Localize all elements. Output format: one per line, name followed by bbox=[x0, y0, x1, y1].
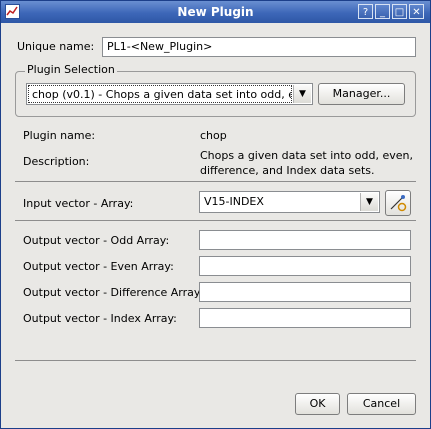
plugin-name-label: Plugin name: bbox=[23, 129, 96, 142]
divider bbox=[15, 220, 416, 221]
title-bar[interactable]: New Plugin ? _ □ ✕ bbox=[1, 1, 430, 23]
description-line-2: difference, and Index data sets. bbox=[200, 164, 375, 177]
vector-select-icon bbox=[390, 195, 407, 212]
maximize-button[interactable]: □ bbox=[392, 4, 407, 19]
divider bbox=[15, 181, 416, 182]
input-vector-label: Input vector - Array: bbox=[23, 197, 134, 210]
output-index-label: Output vector - Index Array: bbox=[23, 312, 177, 325]
plugin-select[interactable]: chop (v0.1) - Chops a given data set int… bbox=[26, 83, 313, 105]
divider bbox=[15, 360, 416, 361]
output-odd-label: Output vector - Odd Array: bbox=[23, 234, 170, 247]
manager-button[interactable]: Manager... bbox=[318, 83, 405, 105]
chevron-down-icon[interactable]: ▼ bbox=[293, 85, 311, 103]
close-button[interactable]: ✕ bbox=[409, 4, 424, 19]
output-difference-label: Output vector - Difference Array: bbox=[23, 286, 204, 299]
cancel-button[interactable]: Cancel bbox=[347, 393, 416, 415]
output-even-label: Output vector - Even Array: bbox=[23, 260, 174, 273]
minimize-button[interactable]: _ bbox=[375, 4, 390, 19]
output-index-input[interactable] bbox=[199, 308, 411, 328]
description-label: Description: bbox=[23, 155, 90, 168]
unique-name-label: Unique name: bbox=[17, 40, 95, 53]
ok-button[interactable]: OK bbox=[295, 393, 340, 415]
plugin-name-value: chop bbox=[200, 129, 227, 142]
chevron-down-icon[interactable]: ▼ bbox=[360, 193, 378, 211]
input-vector-value: V15-INDEX bbox=[204, 195, 264, 208]
description-line-1: Chops a given data set into odd, even, bbox=[200, 149, 413, 162]
plugin-select-value: chop (v0.1) - Chops a given data set int… bbox=[28, 85, 292, 103]
plugin-selection-title: Plugin Selection bbox=[25, 63, 117, 76]
vector-select-button[interactable] bbox=[385, 190, 411, 216]
output-even-input[interactable] bbox=[199, 256, 411, 276]
input-vector-select[interactable]: V15-INDEX ▼ bbox=[199, 191, 380, 213]
unique-name-input[interactable]: PL1-<New_Plugin> bbox=[102, 37, 416, 57]
output-odd-input[interactable] bbox=[199, 230, 411, 250]
new-plugin-dialog: New Plugin ? _ □ ✕ Unique name: PL1-<New… bbox=[0, 0, 431, 429]
output-difference-input[interactable] bbox=[199, 282, 411, 302]
help-button[interactable]: ? bbox=[358, 4, 373, 19]
